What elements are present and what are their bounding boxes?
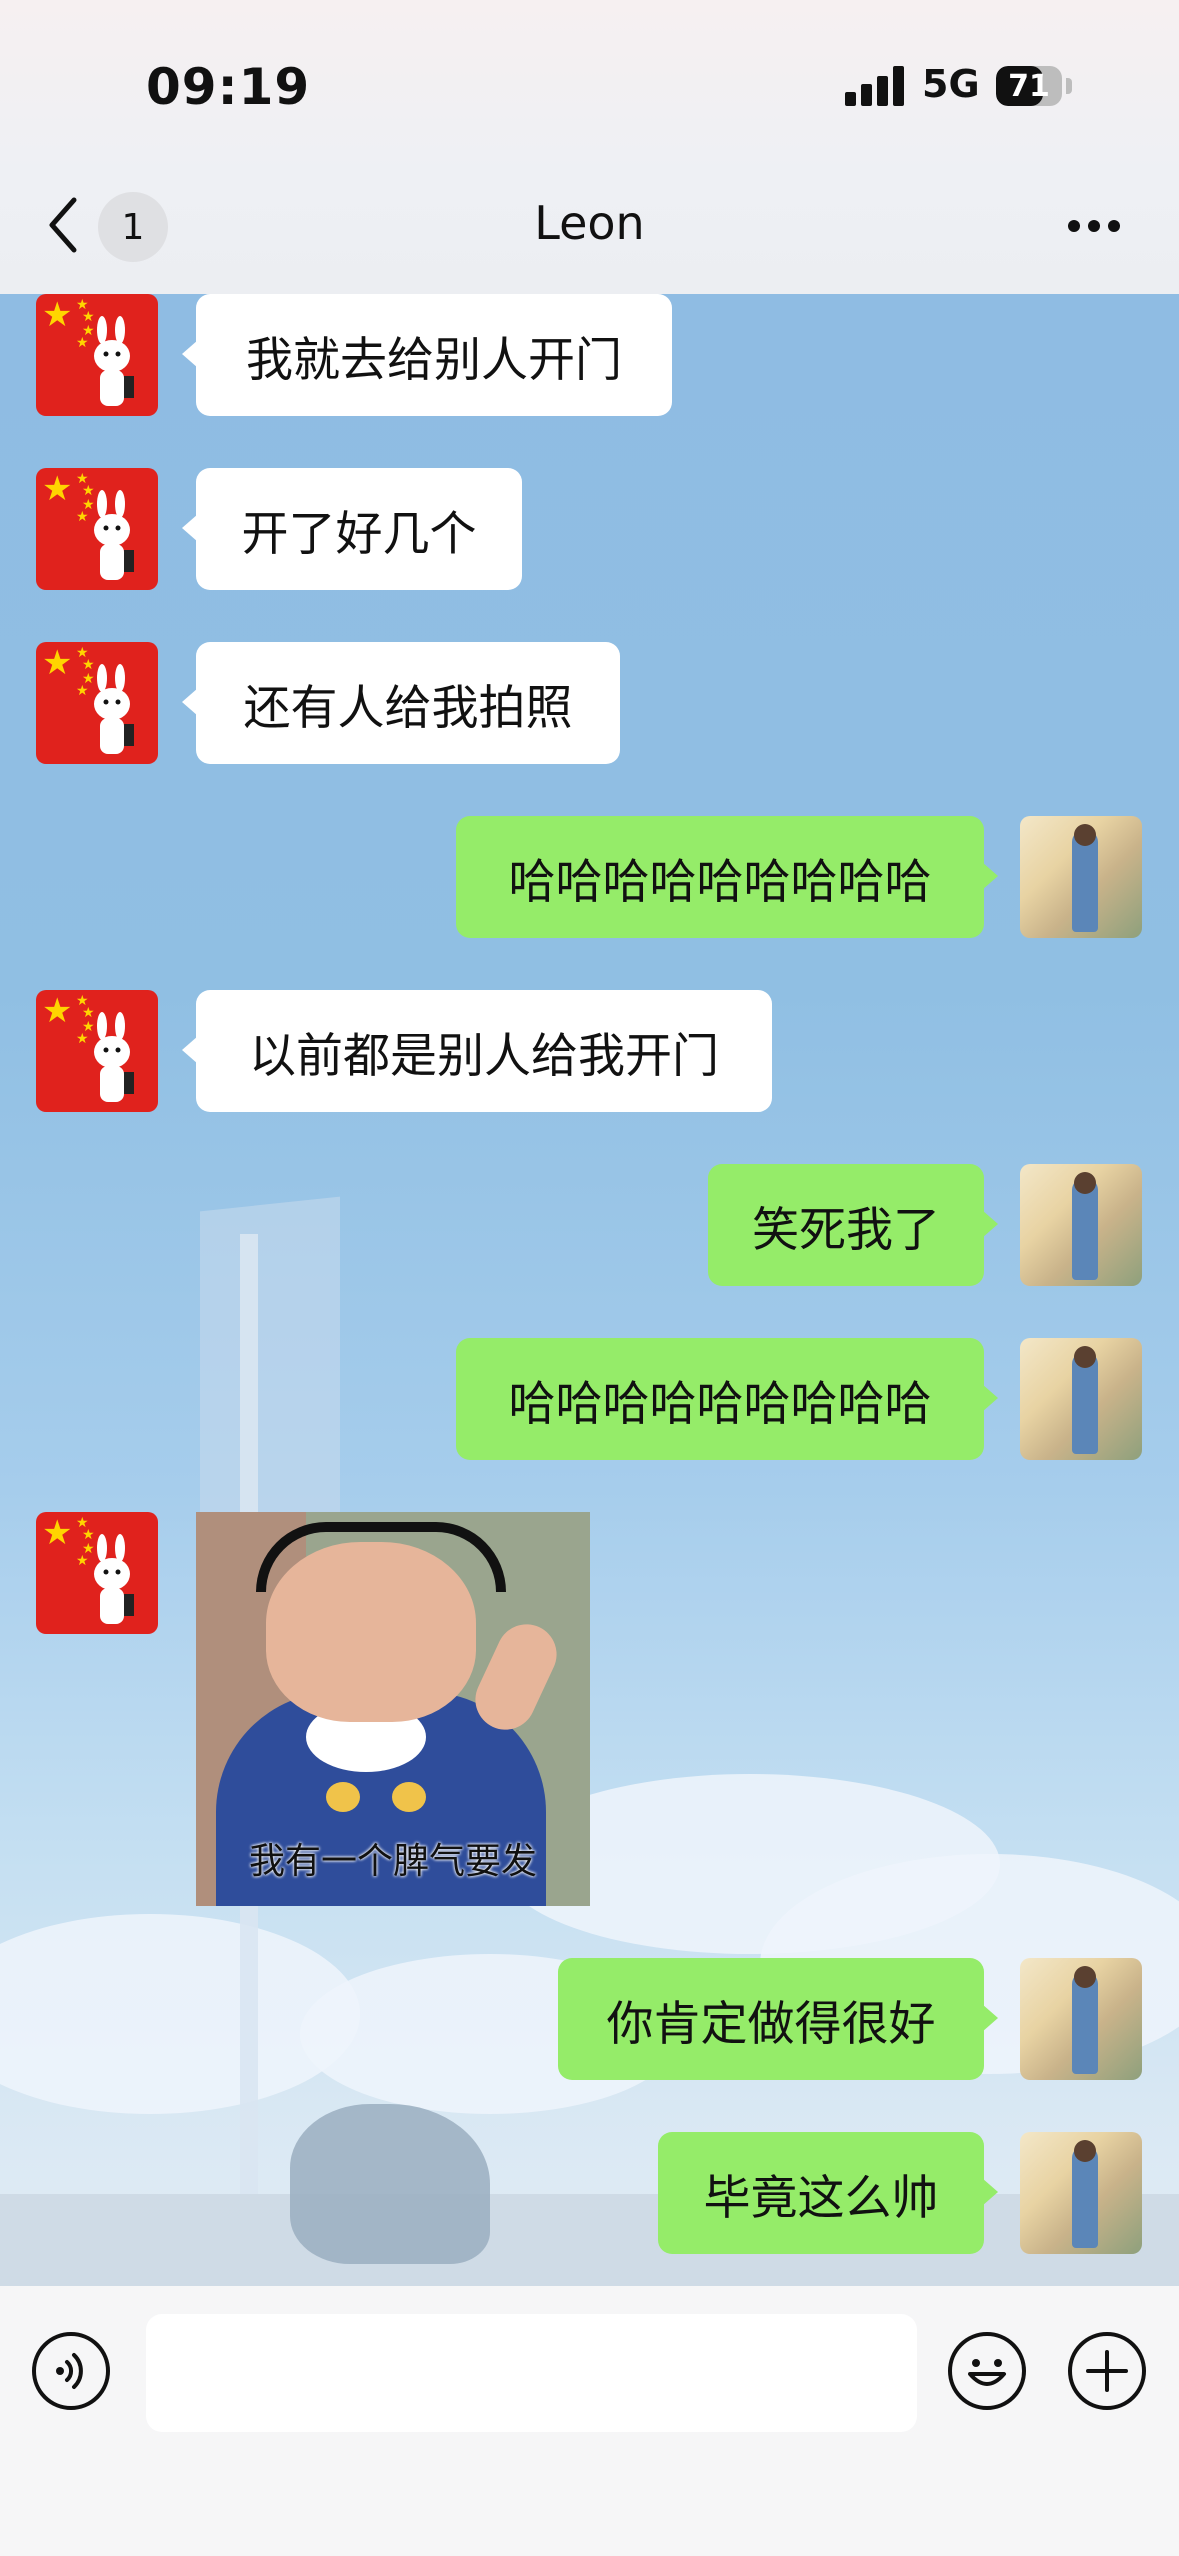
network-type: 5G bbox=[922, 62, 980, 106]
message-bubble-outgoing[interactable]: 笑死我了 bbox=[708, 1164, 998, 1286]
plus-icon[interactable] bbox=[1068, 2332, 1146, 2410]
sticker-caption: 我有一个脾气要发 bbox=[248, 1841, 537, 1882]
contact-avatar[interactable]: ★ ★ ★ ★ ★ bbox=[36, 294, 158, 416]
my-avatar[interactable] bbox=[1020, 1164, 1142, 1286]
my-avatar[interactable] bbox=[1020, 2132, 1142, 2254]
message-bubble-outgoing[interactable]: 哈哈哈哈哈哈哈哈哈 bbox=[456, 816, 998, 938]
my-avatar[interactable] bbox=[1020, 1338, 1142, 1460]
emoji-icon[interactable] bbox=[948, 2332, 1026, 2410]
battery-cap bbox=[1066, 78, 1072, 94]
message-bubble-outgoing[interactable]: 哈哈哈哈哈哈哈哈哈 bbox=[456, 1338, 998, 1460]
background-ground bbox=[0, 2194, 1179, 2286]
message-bubble-incoming[interactable]: 我就去给别人开门 bbox=[182, 294, 672, 416]
message-input[interactable] bbox=[146, 2314, 917, 2432]
battery-icon: 71 bbox=[996, 66, 1062, 106]
my-avatar[interactable] bbox=[1020, 816, 1142, 938]
input-bar bbox=[0, 2286, 1179, 2556]
chat-area[interactable]: ★ ★ ★ ★ ★ 我就去给别人开门 ★ ★ ★ ★ ★ 开了好几个 ★ ★ ★ ★ ★ 还有人给我拍照… bbox=[0, 294, 1179, 2286]
message-bubble-incoming[interactable]: 以前都是别人给我开门 bbox=[182, 990, 772, 1112]
contact-avatar[interactable]: ★ ★ ★ ★ ★ bbox=[36, 468, 158, 590]
signal-icon bbox=[845, 66, 905, 106]
message-bubble-outgoing[interactable]: 毕竟这么帅 bbox=[658, 2132, 998, 2254]
status-time: 09:19 bbox=[146, 58, 311, 116]
sticker-image[interactable]: 我有一个脾气要发 bbox=[196, 1512, 590, 1906]
battery-level: 71 bbox=[1008, 68, 1050, 104]
background-rock bbox=[290, 2104, 490, 2264]
message-bubble-outgoing[interactable]: 你肯定做得很好 bbox=[558, 1958, 998, 2080]
voice-icon[interactable] bbox=[32, 2332, 110, 2410]
contact-avatar[interactable]: ★ ★ ★ ★ ★ bbox=[36, 642, 158, 764]
chat-title: Leon bbox=[534, 196, 645, 250]
contact-avatar[interactable]: ★ ★ ★ ★ ★ bbox=[36, 1512, 158, 1634]
message-bubble-incoming[interactable]: 开了好几个 bbox=[182, 468, 522, 590]
contact-avatar[interactable]: ★ ★ ★ ★ ★ bbox=[36, 990, 158, 1112]
top-bar: 09:19 5G 71 1 Leon bbox=[0, 0, 1179, 294]
more-icon[interactable] bbox=[1064, 214, 1124, 238]
my-avatar[interactable] bbox=[1020, 1958, 1142, 2080]
message-bubble-incoming[interactable]: 还有人给我拍照 bbox=[182, 642, 620, 764]
